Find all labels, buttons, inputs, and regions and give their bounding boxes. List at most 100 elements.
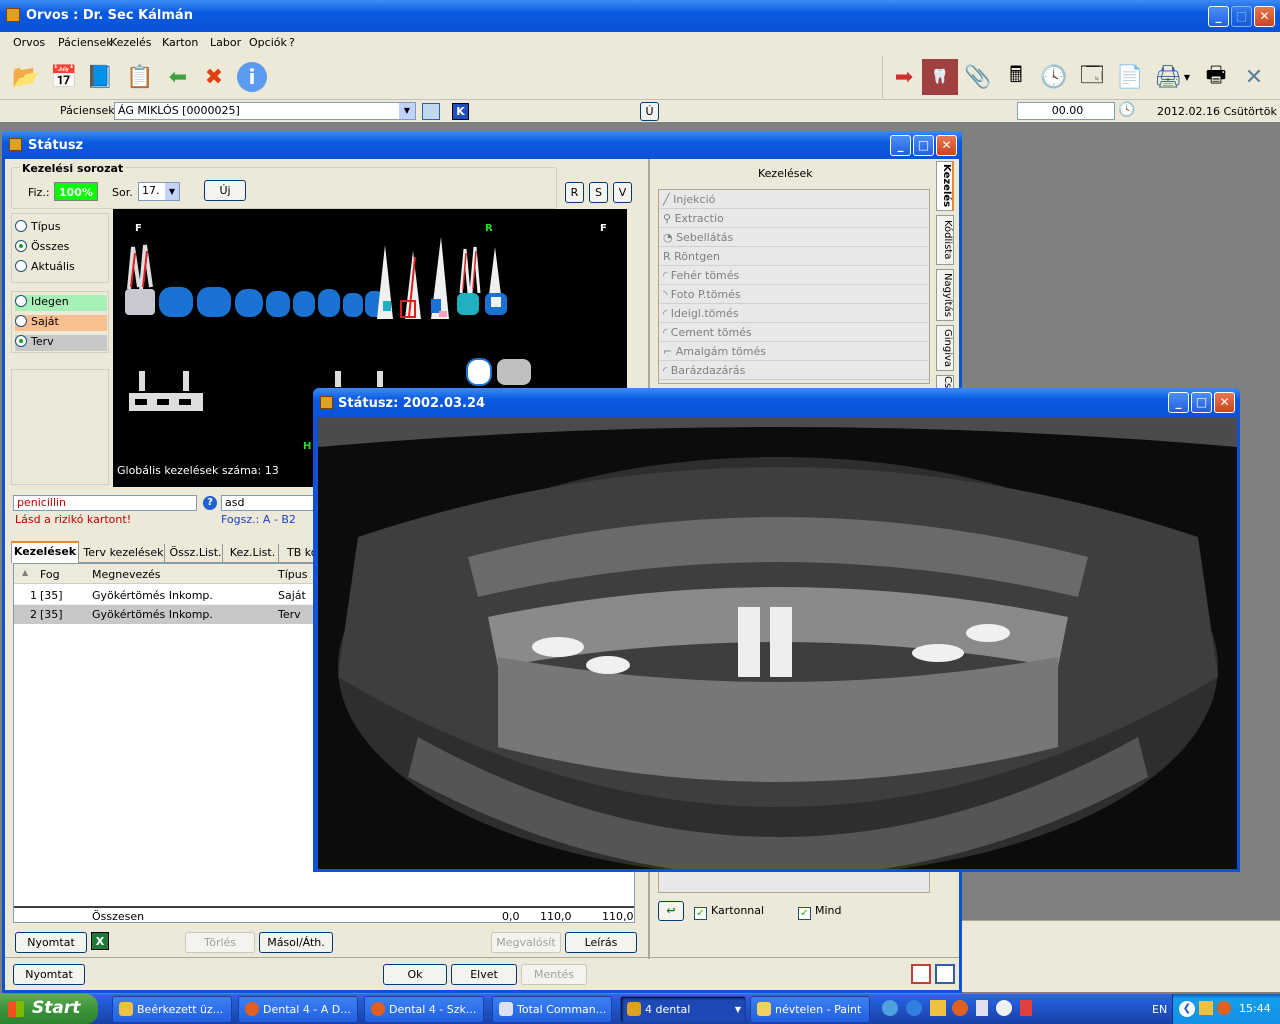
save-button[interactable]: Mentés	[521, 964, 587, 985]
xray-maximize-icon[interactable]: □	[1191, 392, 1212, 413]
xray-minimize-icon[interactable]: _	[1168, 392, 1189, 413]
outlook-icon[interactable]	[930, 1000, 946, 1016]
note-field[interactable]: asd	[221, 495, 321, 511]
menu-paciensek[interactable]: Páciensek	[58, 36, 113, 49]
menu-karton[interactable]: Karton	[162, 36, 198, 49]
treatment-item-rontgen[interactable]: R Röntgen	[659, 247, 929, 266]
status-minimize-icon[interactable]: _	[890, 135, 911, 156]
radio-aktualis[interactable]: Aktuális	[15, 260, 75, 273]
vtab-gingiva[interactable]: Gingiva	[936, 325, 954, 371]
taskbar-item-4-dental[interactable]: 4 dental ▼	[620, 996, 746, 1023]
clock-icon[interactable]: 🕓	[1036, 59, 1072, 95]
calendar-icon[interactable]: 📅	[46, 59, 82, 95]
list-icon[interactable]	[935, 964, 955, 984]
header-fog[interactable]: Fog	[40, 568, 60, 581]
menu-help[interactable]: ?	[289, 36, 295, 49]
check-kartonnal[interactable]: ✓ Kartonnal	[694, 904, 764, 920]
tray-firefox-icon[interactable]	[1217, 1001, 1231, 1015]
media-icon[interactable]	[996, 1000, 1012, 1016]
grid-icon[interactable]	[422, 103, 440, 120]
s-button[interactable]: S	[589, 182, 608, 203]
tab-kezelesek[interactable]: Kezelések	[11, 541, 79, 563]
dropdown-arrow-icon[interactable]: ▼	[1180, 59, 1194, 95]
treatment-item-cement-tomes[interactable]: ◜ Cement tömés	[659, 323, 929, 342]
printer-icon[interactable]: 🖶	[1198, 59, 1234, 95]
open-folder-icon[interactable]: 📂	[8, 59, 44, 95]
close-icon[interactable]: ✕	[1254, 6, 1275, 27]
minimize-icon[interactable]: _	[1208, 6, 1229, 27]
allergy-field[interactable]: penicillin	[13, 495, 197, 511]
header-tipus[interactable]: Típus	[278, 568, 307, 581]
tray-app-icon[interactable]	[1199, 1001, 1213, 1015]
treatment-item-barazdazaras[interactable]: ◜ Barázdazárás	[659, 361, 929, 380]
taskbar-item-dental-a[interactable]: Dental 4 - A D...	[238, 996, 358, 1023]
menu-kezeles[interactable]: Kezelés	[110, 36, 152, 49]
exit-arrow-icon[interactable]: ➡	[886, 59, 922, 95]
amount-field[interactable]: 00.00	[1017, 102, 1115, 120]
treatment-item-injekcio[interactable]: ╱ Injekció	[659, 190, 929, 209]
u-button[interactable]: Ú	[640, 102, 659, 121]
ok-button[interactable]: Ok	[383, 964, 447, 985]
firefox-tray-icon[interactable]	[952, 1000, 968, 1016]
tab-terv-kezelesek[interactable]: Terv kezelések	[83, 544, 165, 563]
stapler-icon[interactable]: 📎	[960, 59, 996, 95]
taskbar-item-dental-szk[interactable]: Dental 4 - Szk...	[364, 996, 484, 1023]
excel-icon[interactable]: X	[91, 932, 109, 950]
cash-register-icon[interactable]: 🖩	[998, 59, 1034, 95]
radio-sajat[interactable]: Saját	[15, 315, 107, 331]
radio-terv[interactable]: Terv	[15, 335, 107, 351]
clock-time[interactable]: 15:44	[1239, 1002, 1271, 1015]
describe-button[interactable]: Leírás	[565, 932, 637, 953]
refresh-tray-icon[interactable]	[882, 1000, 898, 1016]
reject-button[interactable]: Elvet	[451, 964, 517, 985]
taskbar-item-total-commander[interactable]: Total Comman...	[492, 996, 612, 1023]
treatment-item-foto-tomes[interactable]: ◝ Foto P.tömés	[659, 285, 929, 304]
start-button[interactable]: Start	[0, 994, 98, 1024]
menu-opciok[interactable]: Opciók	[249, 36, 287, 49]
refresh-button[interactable]: ↩	[658, 901, 684, 921]
teeth-icon[interactable]: 🦷	[922, 59, 958, 95]
delete-button[interactable]: Törlés	[185, 932, 255, 953]
new-series-button[interactable]: Új	[204, 180, 246, 201]
print-table-button[interactable]: Nyomtat	[15, 932, 87, 953]
ie-icon[interactable]	[906, 1000, 922, 1016]
language-indicator[interactable]: EN	[1152, 1003, 1167, 1016]
taskbar-item-mail[interactable]: Beérkezett üz...	[112, 996, 232, 1023]
maximize-icon[interactable]: □	[1231, 6, 1252, 27]
status-maximize-icon[interactable]: □	[913, 135, 934, 156]
export-arrow-icon[interactable]: ⬅	[160, 59, 196, 95]
menu-labor[interactable]: Labor	[210, 36, 241, 49]
tab-ossz-list[interactable]: Össz.List.	[169, 544, 223, 563]
radio-osszes[interactable]: Összes	[15, 240, 69, 253]
doc-icon[interactable]	[911, 964, 931, 984]
window-list-icon[interactable]: 🗔	[1074, 59, 1110, 95]
book-icon[interactable]: 📘	[82, 59, 118, 95]
v-button[interactable]: V	[613, 182, 632, 203]
treatment-item-ideigl-tomes[interactable]: ◜ Ideigl.tömés	[659, 304, 929, 323]
chevron-down-icon[interactable]: ▼	[399, 103, 415, 119]
k-button[interactable]: K	[452, 103, 469, 120]
copy-icon[interactable]: 📋	[122, 59, 158, 95]
status-close-icon[interactable]: ✕	[936, 135, 957, 156]
info-icon[interactable]: i	[234, 59, 270, 95]
vtab-nagyitas[interactable]: Nagyítás	[936, 269, 954, 321]
print-button[interactable]: Nyomtat	[13, 964, 85, 985]
documents-icon[interactable]: 📄	[1112, 59, 1148, 95]
sor-select[interactable]: 17. ▼	[138, 182, 180, 201]
treatment-item-sebellatas[interactable]: ◔ Sebellátás	[659, 228, 929, 247]
vtab-cs[interactable]: Cs	[936, 375, 954, 389]
tray-arrow-icon[interactable]: ❮	[1179, 1001, 1195, 1017]
treatment-item-extractio[interactable]: ⚲ Extractio	[659, 209, 929, 228]
menu-orvos[interactable]: Orvos	[13, 36, 45, 49]
header-megnevezes[interactable]: Megnevezés	[92, 568, 161, 581]
radio-tipus[interactable]: Típus	[15, 220, 60, 233]
xray-close-icon[interactable]: ✕	[1214, 392, 1235, 413]
tab-kez-list[interactable]: Kez.List.	[227, 544, 279, 563]
server-icon[interactable]	[1020, 1000, 1032, 1016]
help-icon[interactable]: ?	[203, 496, 217, 510]
copy-move-button[interactable]: Másol/Áth.	[259, 932, 333, 953]
r-button[interactable]: R	[565, 182, 584, 203]
taskbar-item-paint[interactable]: névtelen - Paint	[750, 996, 870, 1023]
tools-icon[interactable]: ✕	[1236, 59, 1272, 95]
treatment-item-amalgam-tomes[interactable]: ⌐ Amalgám tömés	[659, 342, 929, 361]
